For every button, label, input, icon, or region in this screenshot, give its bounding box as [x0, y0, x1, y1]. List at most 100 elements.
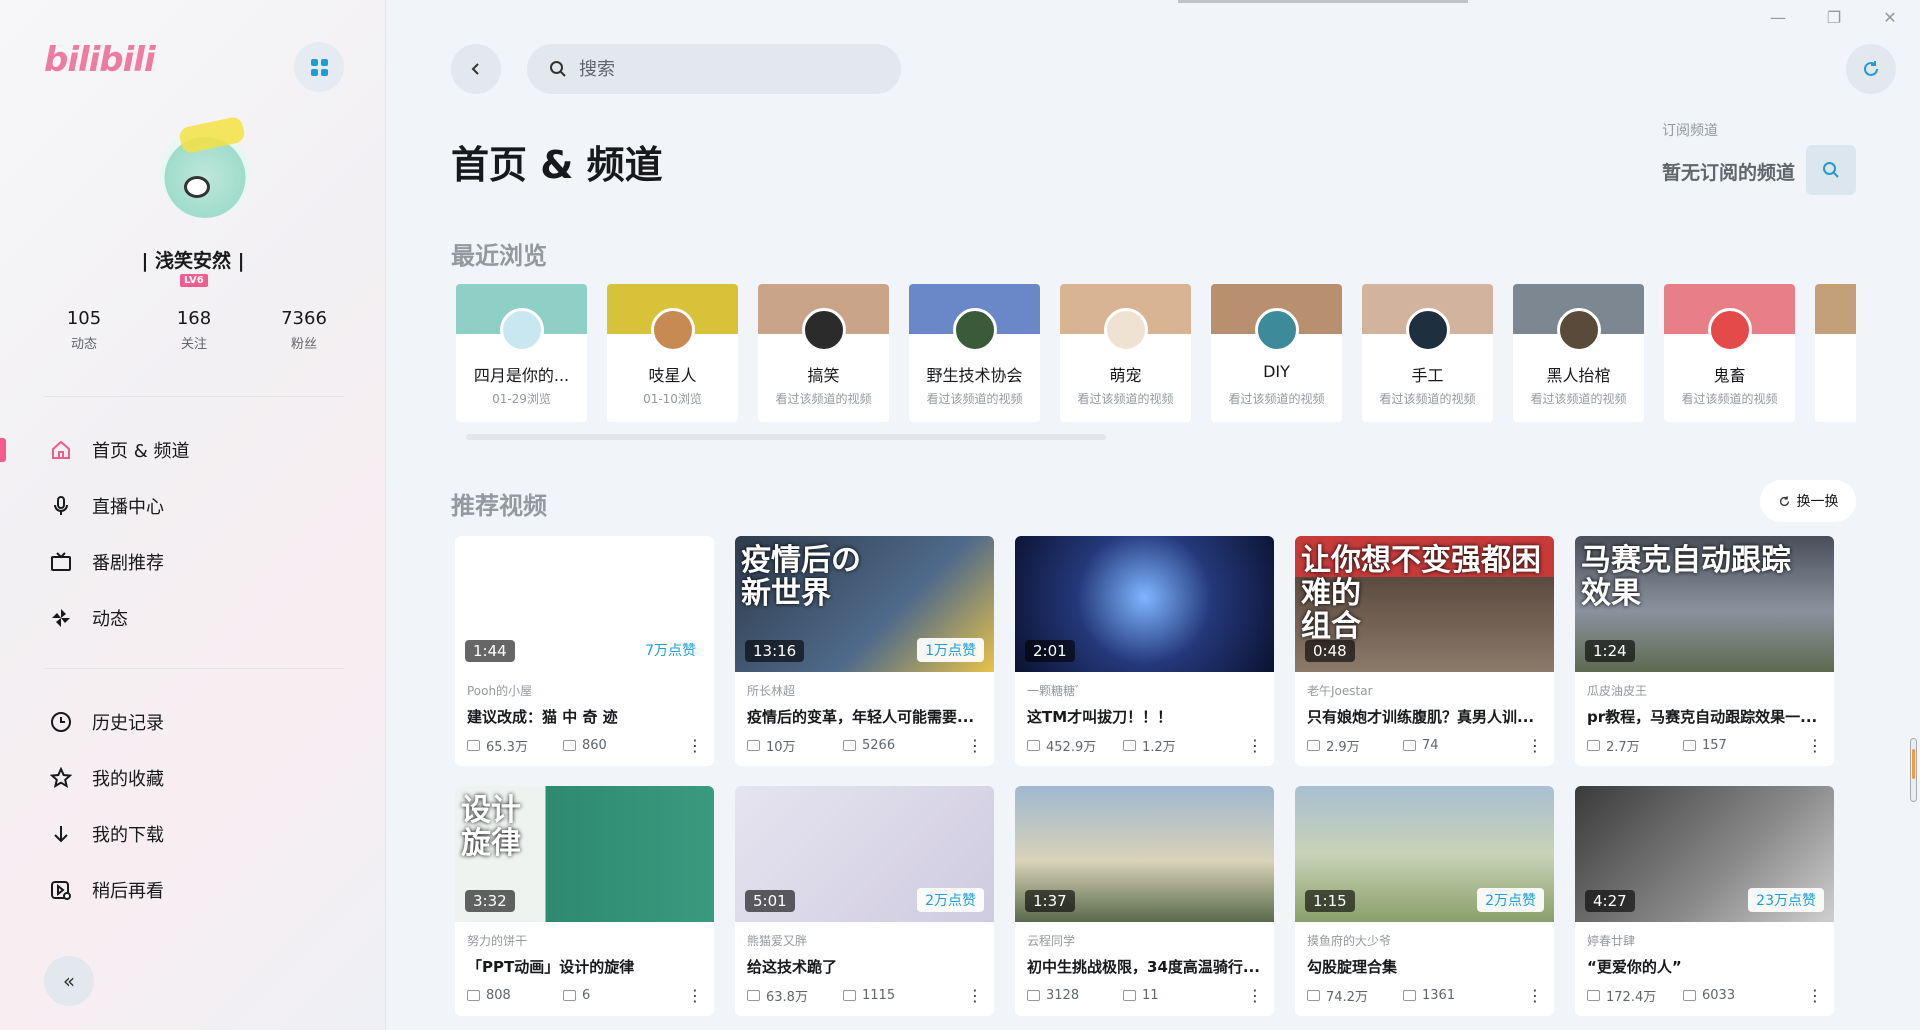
video-card[interactable]: 2:01 一颗糖糖゛ 这TM才叫拔刀！！！ 452.9万 1.2万 ⋮	[1015, 536, 1274, 766]
video-title[interactable]: 给这技术跪了	[747, 956, 983, 977]
more-options-icon[interactable]: ⋮	[967, 986, 983, 1005]
swap-button[interactable]: 换一换	[1760, 480, 1856, 522]
video-title[interactable]: 这TM才叫拔刀！！！	[1027, 706, 1263, 727]
channel-avatar	[953, 308, 997, 352]
video-title[interactable]: pr教程，马赛克自动跟踪效果一...	[1587, 706, 1823, 727]
minimize-button[interactable]: —	[1758, 8, 1798, 27]
more-options-icon[interactable]: ⋮	[1247, 986, 1263, 1005]
video-thumbnail[interactable]: 让你想不变强都困难的 组合 0:48	[1295, 536, 1554, 672]
danmaku-icon	[563, 990, 576, 1001]
video-uploader[interactable]: 老午Joestar	[1307, 682, 1373, 699]
video-thumbnail[interactable]: 设计 旋律 3:32	[455, 786, 714, 922]
tv-icon	[50, 551, 72, 573]
video-thumbnail[interactable]: 疫情后の 新世界 13:16 1万点赞	[735, 536, 994, 672]
video-thumbnail[interactable]: 2:01	[1015, 536, 1274, 672]
video-thumbnail[interactable]: 4:27 23万点赞	[1575, 786, 1834, 922]
video-uploader[interactable]: Pooh的小屋	[467, 682, 532, 699]
close-button[interactable]: ✕	[1870, 8, 1910, 27]
video-title[interactable]: 疫情后的变革，年轻人可能需要...	[747, 706, 983, 727]
video-card[interactable]: 设计 旋律 3:32 努力的饼干 「PPT动画」设计的旋律 808 6 ⋮	[455, 786, 714, 1016]
nav-item-downloads[interactable]: 我的下载	[0, 806, 386, 862]
main-nav: 首页 & 频道 直播中心 番剧推荐 动态	[0, 422, 386, 646]
video-card[interactable]: 4:27 23万点赞 婷春廿肆 “更爱你的人” 172.4万 6033 ⋮	[1575, 786, 1834, 1016]
channel-name: 四月是你的...	[473, 366, 570, 385]
nav-item-favorites[interactable]: 我的收藏	[0, 750, 386, 806]
video-title[interactable]: 初中生挑战极限，34度高温骑行...	[1027, 956, 1263, 977]
video-thumbnail[interactable]: 1:44 7万点赞	[455, 536, 714, 672]
avatar[interactable]	[160, 128, 250, 218]
recent-card[interactable]: 看过	[1815, 284, 1856, 422]
video-card[interactable]: 1:44 7万点赞 Pooh的小屋 建议改成：猫 中 奇 迹 65.3万 860…	[455, 536, 714, 766]
video-card[interactable]: 5:01 2万点赞 熊猫爱又胖 给这技术跪了 63.8万 1115 ⋮	[735, 786, 994, 1016]
video-uploader[interactable]: 云程同学	[1027, 932, 1075, 949]
video-card[interactable]: 1:15 2万点赞 摸鱼府的大少爷 勾股腚理合集 74.2万 1361 ⋮	[1295, 786, 1554, 1016]
apps-button[interactable]	[294, 42, 344, 92]
video-card[interactable]: 疫情后の 新世界 13:16 1万点赞 所长林超 疫情后的变革，年轻人可能需要..…	[735, 536, 994, 766]
video-thumbnail[interactable]: 1:15 2万点赞	[1295, 786, 1554, 922]
video-card[interactable]: 让你想不变强都困难的 组合 0:48 老午Joestar 只有娘炮才训练腹肌？真男…	[1295, 536, 1554, 766]
video-danmaku: 860	[582, 738, 607, 753]
refresh-button[interactable]	[1846, 44, 1896, 94]
search-input[interactable]	[579, 58, 879, 80]
stat-dynamic[interactable]: 105 动态	[44, 308, 124, 352]
stat-following[interactable]: 168 关注	[154, 308, 234, 352]
subscribed-search-button[interactable]	[1806, 145, 1856, 195]
video-card[interactable]: 1:37 云程同学 初中生挑战极限，34度高温骑行... 3128 11 ⋮	[1015, 786, 1274, 1016]
maximize-button[interactable]: ❐	[1814, 8, 1854, 27]
video-uploader[interactable]: 所长林超	[747, 682, 795, 699]
recent-card[interactable]: DIY 看过该频道的视频	[1211, 284, 1342, 422]
video-uploader[interactable]: 瓜皮油皮王	[1587, 682, 1647, 699]
recent-card[interactable]: 鬼畜 看过该频道的视频	[1664, 284, 1795, 422]
recent-scrollbar[interactable]	[466, 434, 1106, 440]
recent-card[interactable]: 四月是你的... 01-29浏览	[456, 284, 587, 422]
bilibili-logo[interactable]: bilibili	[44, 40, 156, 80]
recent-card[interactable]: 吱星人 01-10浏览	[607, 284, 738, 422]
more-options-icon[interactable]: ⋮	[1247, 736, 1263, 755]
username[interactable]: | 浅笑安然 |	[0, 246, 386, 273]
nav-item-dynamic[interactable]: 动态	[0, 590, 386, 646]
refresh-icon	[1864, 61, 1878, 76]
nav-item-watch-later[interactable]: 稍后再看	[0, 862, 386, 918]
more-options-icon[interactable]: ⋮	[1807, 986, 1823, 1005]
recent-card[interactable]: 萌宠 看过该频道的视频	[1060, 284, 1191, 422]
video-uploader[interactable]: 一颗糖糖゛	[1027, 682, 1087, 699]
recent-card[interactable]: 搞笑 看过该频道的视频	[758, 284, 889, 422]
video-title[interactable]: 「PPT动画」设计的旋律	[467, 956, 703, 977]
video-title[interactable]: 勾股腚理合集	[1307, 956, 1543, 977]
video-uploader[interactable]: 摸鱼府的大少爷	[1307, 932, 1391, 949]
recent-card[interactable]: 黑人抬棺 看过该频道的视频	[1513, 284, 1644, 422]
subscribed-empty-text: 暂无订阅的频道	[1662, 162, 1796, 184]
video-thumbnail[interactable]: 1:37	[1015, 786, 1274, 922]
video-title[interactable]: 建议改成：猫 中 奇 迹	[467, 706, 703, 727]
nav-item-anime[interactable]: 番剧推荐	[0, 534, 386, 590]
search-box[interactable]	[527, 44, 901, 94]
drag-handle[interactable]	[1178, 0, 1468, 3]
nav-item-home[interactable]: 首页 & 频道	[0, 422, 386, 478]
collapse-sidebar-button[interactable]: «	[44, 956, 94, 1006]
video-meta: 808 6 ⋮	[467, 986, 703, 1005]
back-button[interactable]	[451, 44, 501, 94]
more-options-icon[interactable]: ⋮	[1527, 736, 1543, 755]
video-uploader[interactable]: 努力的饼干	[467, 932, 527, 949]
video-title[interactable]: “更爱你的人”	[1587, 956, 1823, 977]
video-card[interactable]: 马赛克自动跟踪 效果 1:24 瓜皮油皮王 pr教程，马赛克自动跟踪效果一... …	[1575, 536, 1834, 766]
video-thumbnail[interactable]: 5:01 2万点赞	[735, 786, 994, 922]
video-uploader[interactable]: 熊猫爱又胖	[747, 932, 807, 949]
video-title[interactable]: 只有娘炮才训练腹肌？真男人训...	[1307, 706, 1543, 727]
more-options-icon[interactable]: ⋮	[687, 736, 703, 755]
nav-item-history[interactable]: 历史记录	[0, 694, 386, 750]
more-options-icon[interactable]: ⋮	[967, 736, 983, 755]
recent-card[interactable]: 野生技术协会 看过该频道的视频	[909, 284, 1040, 422]
video-uploader[interactable]: 婷春廿肆	[1587, 932, 1635, 949]
recent-card[interactable]: 手工 看过该频道的视频	[1362, 284, 1493, 422]
more-options-icon[interactable]: ⋮	[1527, 986, 1543, 1005]
page-scrollbar[interactable]	[1910, 738, 1917, 802]
channel-avatar	[1557, 308, 1601, 352]
nav-item-live[interactable]: 直播中心	[0, 478, 386, 534]
video-duration: 4:27	[1585, 890, 1635, 912]
more-options-icon[interactable]: ⋮	[687, 986, 703, 1005]
video-thumbnail[interactable]: 马赛克自动跟踪 效果 1:24	[1575, 536, 1834, 672]
danmaku-icon	[843, 990, 856, 1001]
stat-fans[interactable]: 7366 粉丝	[264, 308, 344, 352]
more-options-icon[interactable]: ⋮	[1807, 736, 1823, 755]
